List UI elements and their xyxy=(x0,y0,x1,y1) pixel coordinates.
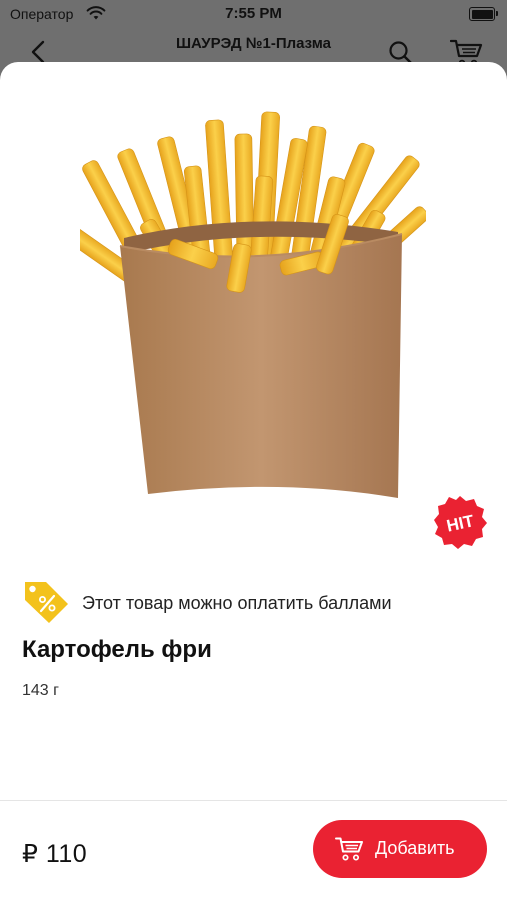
cart-icon xyxy=(335,837,363,861)
product-sheet: HIT Этот товар можно оплатить баллами Ка… xyxy=(0,62,507,900)
status-bar: Оператор 7:55 PM xyxy=(0,0,507,28)
hit-badge: HIT xyxy=(434,496,487,549)
add-to-cart-label: Добавить xyxy=(375,838,455,858)
add-to-cart-button[interactable]: Добавить xyxy=(313,820,487,878)
divider xyxy=(0,800,507,801)
percent-tag-icon xyxy=(25,582,68,623)
clock: 7:55 PM xyxy=(225,5,282,22)
points-notice: Этот товар можно оплатить баллами xyxy=(22,578,492,624)
product-image xyxy=(80,111,426,498)
battery-icon xyxy=(469,7,498,21)
product-price: ₽ 110 xyxy=(22,840,88,868)
product-weight: 143 г xyxy=(22,682,59,699)
product-name: Картофель фри xyxy=(22,636,212,663)
restaurant-title: ШАУРЭД №1-Плазма xyxy=(175,35,332,52)
points-notice-text: Этот товар можно оплатить баллами xyxy=(82,593,392,613)
